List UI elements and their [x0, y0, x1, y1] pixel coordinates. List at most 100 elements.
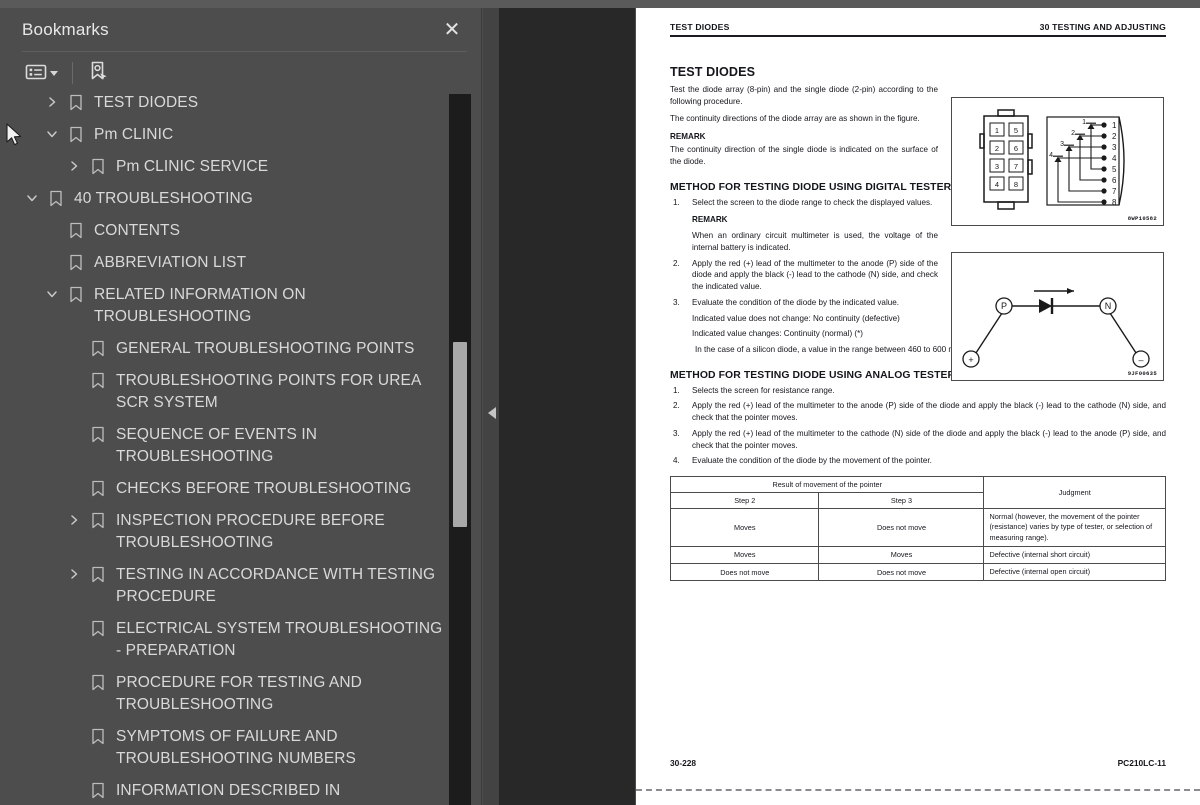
- list-options-icon: [25, 63, 47, 84]
- intro-remark-label: REMARK: [670, 132, 706, 142]
- figure-connector-diode-array: 15 26 37 48 12 3 4 5 6 7 8 1 2 3 4 8WP10…: [951, 97, 1164, 226]
- bookmark-item[interactable]: Pm CLINIC: [0, 119, 449, 151]
- svg-text:5: 5: [1112, 165, 1117, 174]
- table-header-row: Result of movement of the pointer Judgme…: [669, 476, 1166, 510]
- intro-remark-text: The continuity direction of the single d…: [670, 145, 938, 166]
- bookmarks-tree[interactable]: TEST DIODES Pm CLINIC Pm CLINIC SERVICE 40 …: [0, 94, 449, 805]
- bookmark-item[interactable]: INSPECTION PROCEDURE BEFORE TROUBLESHOOT…: [0, 505, 449, 559]
- collapse-panel-button[interactable]: [485, 396, 499, 430]
- svg-text:3: 3: [1060, 141, 1064, 148]
- bookmark-item[interactable]: INFORMATION DESCRIBED IN TROUBLESHOOTING…: [0, 775, 449, 805]
- svg-text:4: 4: [1049, 152, 1053, 159]
- step-text: Apply the red (+) lead of the multimeter…: [692, 401, 1166, 423]
- bookmark-item-label: ABBREVIATION LIST: [94, 254, 247, 271]
- bookmark-item-label: TROUBLESHOOTING POINTS FOR UREA SCR SYST…: [116, 372, 421, 411]
- figure-diode-test-circuit: P N + – 9JF00635: [951, 252, 1164, 381]
- bookmark-icon: [86, 564, 110, 584]
- svg-text:8: 8: [1112, 198, 1117, 207]
- svg-text:P: P: [1001, 301, 1007, 311]
- pointer-result-table: Result of movement of the pointer Judgme…: [669, 476, 1166, 582]
- bookmark-item[interactable]: ABBREVIATION LIST: [0, 247, 449, 279]
- bookmark-item[interactable]: RELATED INFORMATION ON TROUBLESHOOTING: [0, 279, 449, 333]
- bookmark-item[interactable]: CONTENTS: [0, 215, 449, 247]
- bookmark-item[interactable]: SEQUENCE OF EVENTS IN TROUBLESHOOTING: [0, 419, 449, 473]
- bookmark-item[interactable]: TESTING IN ACCORDANCE WITH TESTING PROCE…: [0, 559, 449, 613]
- digital-eval-line-2: Indicated value changes: Continuity (nor…: [692, 329, 863, 339]
- svg-text:6: 6: [1014, 144, 1018, 153]
- step-number: 3.: [673, 297, 680, 307]
- svg-text:3: 3: [1112, 143, 1117, 152]
- bookmark-icon: [86, 780, 110, 800]
- bookmark-item-label: CONTENTS: [94, 222, 181, 239]
- table-row: Does not move Does not move Defective (i…: [669, 562, 1166, 582]
- chevron-right-icon[interactable]: [62, 564, 86, 584]
- bookmarks-toolbar: [0, 52, 481, 94]
- close-icon[interactable]: ✕: [437, 15, 467, 45]
- svg-text:–: –: [1138, 355, 1143, 365]
- step-text: Evaluate the condition of the diode by t…: [692, 456, 932, 466]
- bookmark-item[interactable]: TEST DIODES: [0, 94, 449, 119]
- model-number: PC210LC-11: [1117, 758, 1166, 768]
- chevron-down-icon[interactable]: [20, 188, 44, 208]
- bookmark-item[interactable]: SYMPTOMS OF FAILURE AND TROUBLESHOOTING …: [0, 721, 449, 775]
- list-item: 1. Selects the screen for resistance ran…: [670, 385, 1166, 397]
- svg-text:+: +: [968, 355, 973, 365]
- list-item: 3. Evaluate the condition of the diode b…: [670, 297, 938, 340]
- new-bookmark-button[interactable]: [84, 59, 114, 87]
- bookmarks-scrollbar-track[interactable]: [449, 94, 471, 805]
- intro-paragraph-1: Test the diode array (8-pin) and the sin…: [670, 85, 938, 106]
- cell-step2: Moves: [669, 545, 820, 564]
- svg-text:4: 4: [1112, 154, 1117, 163]
- chevron-right-icon[interactable]: [40, 94, 64, 112]
- step-text: Apply the red (+) lead of the multimeter…: [692, 258, 938, 292]
- svg-text:7: 7: [1112, 187, 1117, 196]
- bookmarks-tree-container: TEST DIODES Pm CLINIC Pm CLINIC SERVICE 40 …: [0, 94, 481, 805]
- bookmark-item-label: TESTING IN ACCORDANCE WITH TESTING PROCE…: [116, 566, 436, 605]
- step-text: Select the screen to the diode range to …: [692, 197, 933, 207]
- bookmark-item[interactable]: GENERAL TROUBLESHOOTING POINTS: [0, 333, 449, 365]
- step-number: 4.: [673, 456, 680, 466]
- running-header-left: TEST DIODES: [670, 22, 730, 32]
- cell-step2: Moves: [669, 508, 820, 547]
- bookmark-item[interactable]: Pm CLINIC SERVICE: [0, 151, 449, 183]
- bookmark-item[interactable]: CHECKS BEFORE TROUBLESHOOTING: [0, 473, 449, 505]
- bookmark-item-label: Pm CLINIC: [94, 126, 174, 143]
- svg-text:8: 8: [1014, 180, 1018, 189]
- running-header: TEST DIODES 30 TESTING AND ADJUSTING: [670, 8, 1166, 32]
- digital-eval-line-1: Indicated value does not change: No cont…: [692, 313, 900, 323]
- bookmark-options-button[interactable]: [22, 59, 61, 87]
- chevron-right-icon[interactable]: [62, 156, 86, 176]
- step-number: 3.: [673, 428, 680, 438]
- svg-text:1: 1: [995, 126, 999, 135]
- step-number: 1.: [673, 385, 680, 395]
- chevron-down-icon[interactable]: [40, 124, 64, 144]
- step-text: Selects the screen for resistance range.: [692, 385, 835, 395]
- viewer-gap-area: [483, 8, 635, 805]
- bookmark-item-label: SEQUENCE OF EVENTS IN TROUBLESHOOTING: [116, 426, 318, 465]
- bookmarks-panel-title: Bookmarks: [22, 20, 109, 39]
- bookmarks-panel: Bookmarks ✕ TEST DIODES Pm CLINIC Pm CLI…: [0, 8, 482, 805]
- list-item: 4. Evaluate the condition of the diode b…: [670, 455, 1166, 467]
- digital-tester-block: 1. Select the screen to the diode range …: [670, 197, 938, 340]
- bookmark-item[interactable]: PROCEDURE FOR TESTING AND TROUBLESHOOTIN…: [0, 667, 449, 721]
- step-number: 2.: [673, 258, 680, 268]
- bookmark-item[interactable]: ELECTRICAL SYSTEM TROUBLESHOOTING - PREP…: [0, 613, 449, 667]
- bookmark-item-label: INSPECTION PROCEDURE BEFORE TROUBLESHOOT…: [116, 512, 385, 551]
- document-page[interactable]: TEST DIODES 30 TESTING AND ADJUSTING TES…: [636, 8, 1200, 805]
- cell-judgment: Defective (internal short circuit): [983, 545, 1166, 564]
- analog-tester-steps: 1. Selects the screen for resistance ran…: [670, 385, 1166, 467]
- bookmark-item[interactable]: 40 TROUBLESHOOTING: [0, 183, 449, 215]
- chevron-down-icon[interactable]: [40, 284, 64, 304]
- chevron-right-icon[interactable]: [62, 510, 86, 530]
- panel-collapse-rail[interactable]: [483, 8, 499, 805]
- bookmarks-scrollbar-thumb[interactable]: [453, 342, 467, 527]
- bookmark-item[interactable]: TROUBLESHOOTING POINTS FOR UREA SCR SYST…: [0, 365, 449, 419]
- bookmark-icon: [64, 284, 88, 304]
